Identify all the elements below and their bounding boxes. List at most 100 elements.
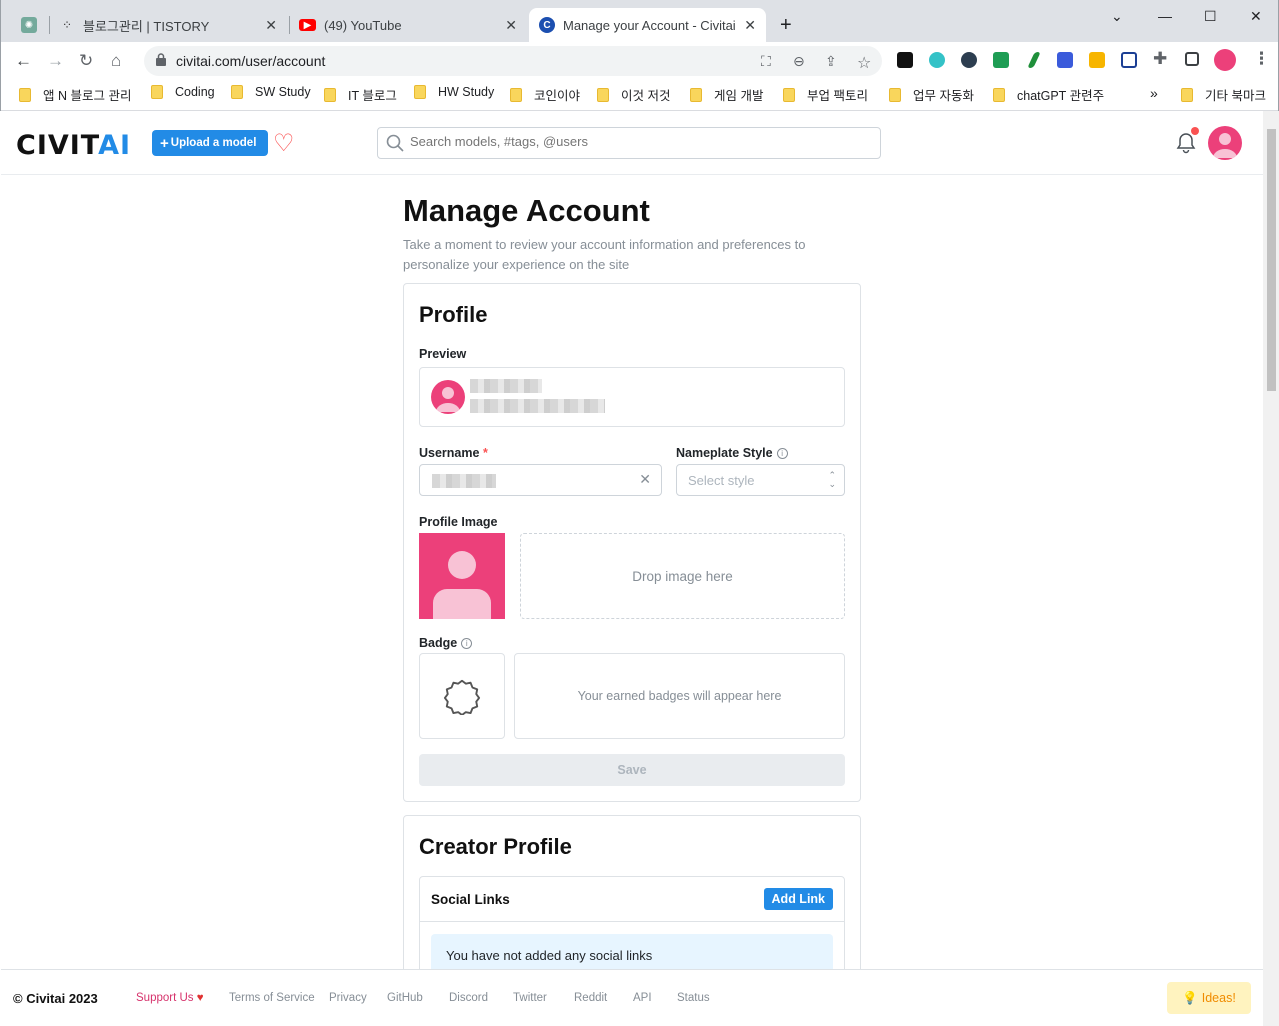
- folder-icon: [889, 87, 901, 102]
- profile-icon[interactable]: [1214, 49, 1236, 71]
- notifications-button[interactable]: [1175, 127, 1199, 155]
- notification-dot: [1191, 127, 1199, 135]
- home-icon[interactable]: ⌂: [111, 51, 121, 71]
- bookmark-folder[interactable]: HW Study: [414, 85, 494, 99]
- blurred-username-value: [432, 474, 496, 488]
- address-bar[interactable]: civitai.com/user/account ⛶ ⊖ ⇪ ☆: [144, 46, 882, 76]
- back-icon[interactable]: ←: [15, 51, 32, 71]
- tab-civitai[interactable]: C Manage your Account - Civitai ✕: [529, 8, 766, 42]
- lightbulb-icon: 💡: [1182, 990, 1198, 1005]
- footer-link-github[interactable]: GitHub: [387, 992, 423, 1004]
- minimize-icon[interactable]: —: [1158, 8, 1172, 24]
- page-subtitle: Take a moment to review your account inf…: [403, 237, 806, 272]
- bookmark-folder[interactable]: SW Study: [231, 85, 311, 99]
- bookmark-folder[interactable]: chatGPT 관련주: [993, 85, 1104, 104]
- profile-heading: Profile: [419, 302, 488, 327]
- username-field[interactable]: ✕: [419, 464, 662, 496]
- tab-tistory[interactable]: ⁘ 블로그관리 | TISTORY ✕: [51, 8, 287, 42]
- extension-icon[interactable]: [929, 52, 945, 68]
- bookmark-folder[interactable]: 이것 저것: [597, 85, 670, 104]
- tab-label: Manage your Account - Civitai: [563, 17, 736, 33]
- footer-link-terms[interactable]: Terms of Service: [229, 992, 315, 1004]
- bookmark-folder[interactable]: IT 블로그: [324, 85, 397, 104]
- footer-link-twitter[interactable]: Twitter: [513, 992, 547, 1004]
- maximize-icon[interactable]: ☐: [1204, 8, 1217, 25]
- search-icon: [386, 134, 404, 152]
- search-input[interactable]: [410, 134, 850, 149]
- bookmarks-overflow[interactable]: »: [1150, 85, 1158, 101]
- extension-icon[interactable]: [1121, 52, 1137, 68]
- info-icon[interactable]: i: [776, 448, 788, 459]
- side-panel-icon[interactable]: [1185, 52, 1199, 66]
- badge-icon: [443, 679, 481, 715]
- upload-model-button[interactable]: + Upload a model: [152, 130, 269, 156]
- search-bar[interactable]: [377, 127, 881, 159]
- extension-icon[interactable]: [1057, 52, 1073, 68]
- page-scrollbar[interactable]: [1263, 111, 1279, 1026]
- new-tab-icon[interactable]: +: [780, 14, 792, 37]
- username-label: Username *: [419, 446, 488, 460]
- bookmark-folder[interactable]: Coding: [151, 85, 215, 99]
- add-link-button[interactable]: Add Link: [763, 888, 833, 910]
- folder-icon: [690, 87, 702, 102]
- browser-toolbar: ← → ↻ ⌂ civitai.com/user/account ⛶ ⊖ ⇪ ☆…: [1, 42, 1278, 78]
- chevron-updown-icon: ⌃ ⌄: [828, 470, 836, 489]
- extension-icon[interactable]: [993, 52, 1009, 68]
- footer-link-status[interactable]: Status: [677, 992, 710, 1004]
- tab-search-icon[interactable]: ⌄: [1111, 8, 1123, 25]
- heart-icon[interactable]: ♡: [273, 129, 295, 158]
- footer-link-api[interactable]: API: [633, 992, 652, 1004]
- bookmark-folder[interactable]: 게임 개발: [690, 85, 763, 104]
- tab-youtube[interactable]: ▶ (49) YouTube ✕: [291, 8, 527, 42]
- save-button[interactable]: Save: [419, 754, 845, 786]
- extension-icon[interactable]: [1027, 52, 1041, 68]
- nameplate-style-select[interactable]: Select style ⌃ ⌄: [676, 464, 845, 496]
- support-us-link[interactable]: Support Us ♥: [136, 992, 204, 1004]
- footer-link-discord[interactable]: Discord: [449, 992, 488, 1004]
- chatgpt-icon: ✺: [21, 17, 37, 33]
- tab-strip: ✺ ⁘ 블로그관리 | TISTORY ✕ ▶ (49) YouTube ✕ C…: [1, 0, 1278, 42]
- civitai-logo[interactable]: CIVITAI: [16, 130, 131, 161]
- badge-slot[interactable]: [419, 653, 505, 739]
- civitai-icon: C: [539, 17, 555, 33]
- ideas-button[interactable]: 💡 Ideas!: [1167, 982, 1251, 1014]
- reload-icon[interactable]: ↻: [79, 51, 93, 71]
- close-tab-icon[interactable]: ✕: [265, 17, 277, 34]
- info-icon[interactable]: i: [461, 638, 473, 649]
- avatar: [431, 380, 465, 414]
- social-links-title: Social Links: [431, 892, 510, 907]
- main-content: Manage Account Take a moment to review y…: [403, 193, 861, 1016]
- zoom-icon[interactable]: ⊖: [793, 53, 805, 70]
- other-bookmarks[interactable]: 기타 북마크: [1181, 85, 1266, 104]
- blurred-details: [470, 399, 605, 413]
- scrollbar-thumb[interactable]: [1267, 129, 1276, 391]
- share-icon[interactable]: ⇪: [825, 53, 837, 70]
- extension-icon[interactable]: [897, 52, 913, 68]
- bookmark-star-icon[interactable]: ☆: [857, 53, 871, 73]
- profile-image-label: Profile Image: [419, 515, 498, 529]
- extension-icon[interactable]: [961, 52, 977, 68]
- bookmark-folder[interactable]: 부업 팩토리: [783, 85, 868, 104]
- translate-icon[interactable]: ⛶: [761, 53, 771, 70]
- bookmark-folder[interactable]: 앱 N 블로그 관리: [19, 85, 131, 104]
- footer-link-reddit[interactable]: Reddit: [574, 992, 607, 1004]
- tab-chatgpt[interactable]: ✺: [9, 8, 49, 42]
- image-dropzone[interactable]: Drop image here: [520, 533, 845, 619]
- folder-icon: [151, 85, 163, 99]
- close-tab-icon[interactable]: ✕: [744, 17, 756, 34]
- extension-icon[interactable]: [1089, 52, 1105, 68]
- close-tab-icon[interactable]: ✕: [505, 17, 517, 34]
- tab-label: (49) YouTube: [324, 17, 402, 33]
- close-window-icon[interactable]: ✕: [1250, 8, 1262, 25]
- extensions-puzzle-icon[interactable]: ✚: [1153, 49, 1167, 69]
- folder-icon: [1181, 87, 1193, 102]
- footer-link-privacy[interactable]: Privacy: [329, 992, 367, 1004]
- forward-icon[interactable]: →: [47, 51, 64, 71]
- menu-icon[interactable]: ⋮: [1253, 49, 1270, 69]
- bookmarks-bar: 앱 N 블로그 관리 Coding SW Study IT 블로그 HW Stu…: [1, 78, 1278, 111]
- user-avatar[interactable]: [1208, 126, 1242, 160]
- bookmark-folder[interactable]: 코인이야: [510, 85, 580, 104]
- profile-card: Profile Preview Username * ✕ Nameplate S…: [403, 283, 861, 802]
- bookmark-folder[interactable]: 업무 자동화: [889, 85, 974, 104]
- clear-icon[interactable]: ✕: [639, 471, 651, 488]
